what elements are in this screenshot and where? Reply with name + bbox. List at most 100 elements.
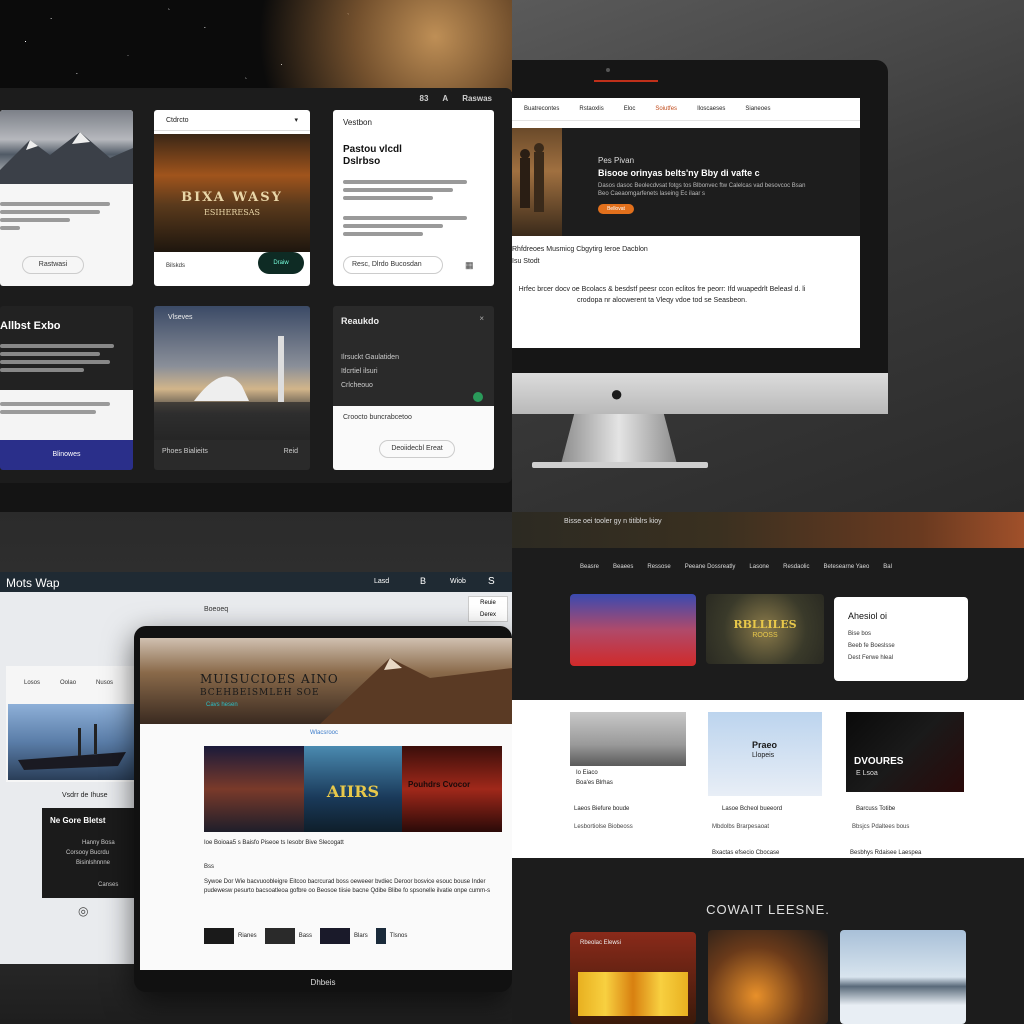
nav-item[interactable]: Raswas [462, 94, 492, 103]
column-meta: Lasoe Bcheol bueeord [722, 806, 783, 812]
card-footer: Bilskds [166, 263, 186, 269]
text-area [0, 390, 133, 440]
grid-icon[interactable]: ▦ [465, 260, 474, 271]
tab[interactable]: Nusos [96, 680, 113, 686]
thumb[interactable]: Blars [320, 928, 368, 944]
section-label[interactable]: Wlacsrooc [310, 730, 338, 736]
account-line: Reuie [480, 600, 496, 606]
media-tile[interactable]: AIIRS [304, 746, 402, 832]
poster-image: BIXA WASY ESIHERESAS [154, 134, 310, 252]
nav-item[interactable]: A [442, 94, 448, 103]
subnav-label[interactable]: Boeoeq [204, 606, 228, 613]
card-footer-right[interactable]: Reid [284, 448, 298, 455]
tablet-screen: MUISUCIOES AINO BCEHBEISMLEH SOE Cavs he… [140, 638, 512, 970]
nav-item-active[interactable]: Soiutfes [655, 106, 677, 112]
thumb[interactable]: Bass [264, 928, 312, 944]
media-tile[interactable] [204, 746, 304, 832]
nav-item[interactable]: Eloc [624, 106, 636, 112]
site-nav: Buatrecontes Rstaoxlis Eloc Soiutfes Ilo… [512, 98, 860, 121]
landmark-card: Vlseves Vlseves Phoes Bialieits Reid [154, 306, 310, 470]
nav-item[interactable]: Betesearne Yaeo [823, 564, 869, 570]
column-image-title: DVOURES [854, 756, 904, 767]
feature-tile[interactable] [570, 594, 696, 666]
nav-item[interactable]: B [420, 576, 426, 586]
tab[interactable]: Oolao [60, 680, 76, 686]
thumb[interactable]: Tlsnos [375, 928, 407, 944]
brand-logo[interactable]: Mots Wap [6, 576, 60, 590]
media-tile[interactable]: Pouhdrs Cvocor [402, 746, 502, 832]
list-card: Reaukdo × Ilrsuckt Gaulatiden Itlcrtiel … [333, 306, 494, 470]
card-action-button[interactable]: Blinowes [0, 440, 133, 470]
tile-title: AIIRS [326, 782, 380, 801]
card-label: Vestbon [343, 118, 372, 127]
card-footer-pill[interactable]: Resc, Dlrdo Bucosdan [343, 256, 443, 274]
accent-bar [594, 80, 658, 82]
column-image[interactable]: Praeo Llopeis [708, 712, 822, 796]
list-item[interactable]: Itlcrtiel ilsuri [341, 368, 378, 375]
nav-item[interactable]: Buatrecontes [524, 106, 559, 112]
chevron-down-icon: ▾ [294, 117, 298, 124]
hero-link[interactable]: Cavs hesen [206, 702, 238, 708]
nav-item[interactable]: Rstaoxlis [579, 106, 603, 112]
promo-link[interactable]: Canses [98, 882, 118, 888]
card-title: Reaukdo [341, 316, 380, 326]
bottom-tile[interactable] [708, 930, 828, 1024]
card-button[interactable]: Deoiidecbl Ereat [379, 440, 455, 458]
nav-item[interactable]: Lasone [749, 564, 769, 570]
feature-tile[interactable]: RBLLILES ROOSS [706, 594, 824, 664]
nav-item[interactable]: Beaees [613, 564, 633, 570]
imac-frame: Buatrecontes Rstaoxlis Eloc Soiutfes Ilo… [512, 60, 888, 414]
nav-item[interactable]: 83 [420, 94, 429, 103]
mountain-image [0, 110, 133, 184]
column-image-sub: E Lsoa [856, 770, 878, 777]
column-foot[interactable]: Bbsjcs Pdaltees bous [852, 824, 909, 830]
nav-item[interactable]: Bal [883, 564, 892, 570]
account-line: Derex [479, 612, 496, 618]
watch-button[interactable]: Draiw [258, 252, 304, 274]
nav-item[interactable]: Peeane Dossreatly [685, 564, 736, 570]
close-icon[interactable]: × [479, 314, 484, 323]
tab[interactable]: Losos [24, 680, 40, 686]
card-footer-left: Phoes Bialieits [162, 448, 208, 455]
hero-button[interactable]: Bellovat [598, 204, 634, 214]
column-meta: Laeos Biefure boude [574, 806, 630, 812]
column-foot[interactable]: Mbdolbs Brarpesaoat [712, 824, 769, 830]
nav-item[interactable]: Wiob [450, 578, 466, 585]
column-image-title: Praeo [752, 740, 778, 750]
thumb-image [264, 928, 295, 944]
column-image[interactable] [570, 712, 686, 766]
account-box[interactable]: Reuie Derex [468, 596, 508, 622]
thumb-label: Blars [354, 933, 368, 939]
info-card: Ahesiol oi Bise bos Beeb fe Boeslsse Des… [834, 597, 968, 681]
tablet-footer-label: Dhbeis [310, 978, 336, 987]
list-item[interactable]: Crlcheouo [341, 382, 373, 389]
list-item[interactable]: Ilrsuckt Gaulatiden [341, 354, 399, 361]
section-subtitle: Isu Stodt [512, 258, 540, 265]
logo-mark-icon: ◎ [78, 904, 89, 918]
nav-item[interactable]: Resdaolic [783, 564, 809, 570]
poster-title: BIXA WASY [181, 190, 283, 205]
dropdown[interactable]: Ctdrcto ▾ [154, 110, 310, 131]
column-foot[interactable]: Lesbortiolse Biobeoss [574, 824, 633, 830]
nav-item[interactable]: Ressose [647, 564, 670, 570]
card-footer-area: Croocto buncrabcetoo Deoiidecbl Ereat [333, 406, 494, 470]
thumb[interactable]: Rianes [204, 928, 257, 944]
top-nav: 83 A Raswas [420, 94, 492, 103]
article-card: Vestbon Pastou vlcdl Dslrbso Resc, Dlrdo… [333, 110, 494, 286]
nav-item[interactable]: Iloscaeses [697, 106, 725, 112]
column-image[interactable]: DVOURES E Lsoa [846, 712, 964, 792]
left-tabs: Losos Oolao Nusos [6, 666, 146, 700]
column-footer[interactable]: Bxactas efsecio Cbocase [712, 850, 779, 856]
bottom-tile[interactable] [840, 930, 966, 1024]
nav-item[interactable]: Beasre [580, 564, 599, 570]
nav-item[interactable]: Lasd [374, 578, 389, 585]
hero-text: Dasos dasoc Beolecdvsat fotgs tos Blbonv… [598, 183, 806, 198]
card-button[interactable]: Rastwasi [22, 256, 84, 274]
camera-icon [606, 68, 610, 72]
bottom-tile[interactable]: Rbeolac Elewsi [570, 932, 696, 1024]
column-meta: Barcuss Totibe [856, 806, 896, 812]
nav-item[interactable]: S [488, 576, 495, 587]
column-title: Io Eiaco [576, 770, 598, 776]
column-footer[interactable]: Besbhys Rdaisee Laespea [850, 850, 921, 856]
nav-item[interactable]: Sianeoes [745, 106, 770, 112]
